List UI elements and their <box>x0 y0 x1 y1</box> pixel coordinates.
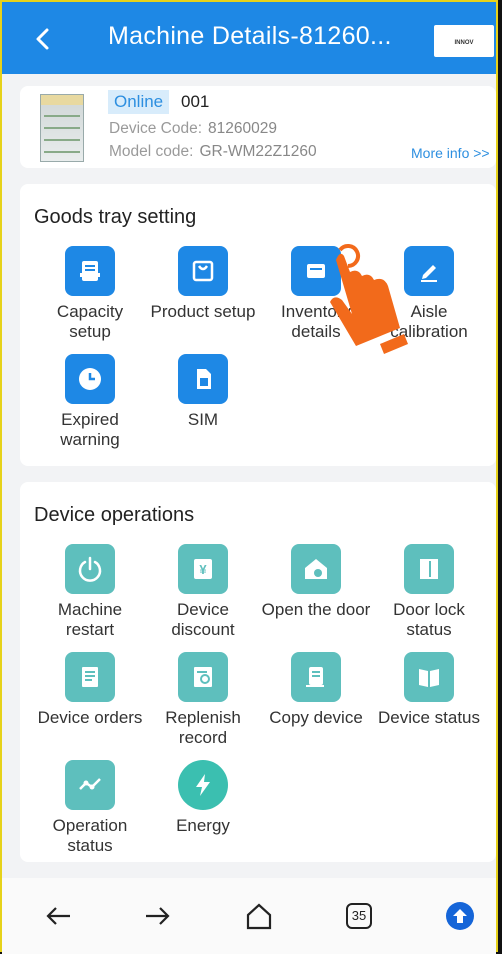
product-setup-label: Product setup <box>150 302 256 321</box>
clock-icon <box>65 354 115 404</box>
device-status-button[interactable]: Device status <box>373 652 485 728</box>
record-search-icon <box>178 652 228 702</box>
device-discount-label: Device discount <box>171 600 235 639</box>
brand-logo: INNOV <box>434 25 494 57</box>
upload-icon[interactable] <box>444 900 476 932</box>
machine-restart-label: Machine restart <box>57 600 123 639</box>
model-code-label: Model code: <box>109 143 194 160</box>
tab-count: 35 <box>351 908 367 923</box>
sim-button[interactable]: SIM <box>147 354 259 430</box>
bottom-navigation-bar: 35 <box>2 878 496 954</box>
energy-button[interactable]: Energy <box>147 760 259 836</box>
goods-tray-title: Goods tray setting <box>34 206 197 228</box>
pointer-hand-icon <box>300 236 410 371</box>
energy-label: Energy <box>176 816 230 835</box>
page-title: Machine Details-81260... <box>108 22 392 50</box>
lightning-icon <box>178 760 228 810</box>
copy-document-icon <box>291 652 341 702</box>
svg-text:¥: ¥ <box>199 562 207 577</box>
chevron-left-icon[interactable] <box>28 24 58 54</box>
machine-info-card: Online 001 Device Code: 81260029 Model co… <box>20 86 496 168</box>
capacity-setup-label: Capacity setup <box>56 302 124 341</box>
more-info-link[interactable]: More info >> <box>411 145 490 161</box>
expired-warning-label: Expired warning <box>60 410 120 449</box>
phone-frame: Machine Details-81260... INNOV Online 00… <box>0 0 498 954</box>
machine-name: 001 <box>181 92 210 111</box>
open-door-label: Open the door <box>261 600 371 619</box>
copy-device-label: Copy device <box>269 708 363 727</box>
operation-status-button[interactable]: Operation status <box>34 760 146 856</box>
product-setup-button[interactable]: Product setup <box>147 246 259 322</box>
device-code-row: Device Code: 81260029 <box>109 120 277 138</box>
home-icon[interactable] <box>243 900 275 932</box>
expired-warning-button[interactable]: Expired warning <box>34 354 146 450</box>
open-door-button[interactable]: Open the door <box>260 544 372 620</box>
door-lock-status-label: Door lock status <box>393 600 465 639</box>
machine-restart-button[interactable]: Machine restart <box>34 544 146 640</box>
capacity-setup-button[interactable]: Capacity setup <box>34 246 146 342</box>
vending-machine-image <box>40 94 84 162</box>
device-operations-title: Device operations <box>34 504 195 526</box>
svg-text:INNOV: INNOV <box>454 40 473 46</box>
device-status-label: Device status <box>377 708 481 727</box>
tray-icon <box>65 246 115 296</box>
model-code-value: GR-WM22Z1260 <box>199 143 317 160</box>
power-icon <box>65 544 115 594</box>
model-code-row: Model code: GR-WM22Z1260 <box>109 143 317 161</box>
goods-tray-card: Goods tray setting Capacity setup Produc… <box>20 184 496 466</box>
device-operations-card: Device operations Machine restart ¥ Devi… <box>20 482 496 862</box>
sim-card-icon <box>178 354 228 404</box>
book-icon <box>404 652 454 702</box>
back-arrow-icon[interactable] <box>42 900 74 932</box>
order-list-icon <box>65 652 115 702</box>
device-code-value: 81260029 <box>208 120 278 137</box>
door-lock-status-button[interactable]: Door lock status <box>373 544 485 640</box>
device-orders-button[interactable]: Device orders <box>34 652 146 728</box>
product-box-icon <box>178 246 228 296</box>
trend-line-icon <box>65 760 115 810</box>
pencil-icon <box>404 246 454 296</box>
status-badge: Online <box>108 90 170 114</box>
tabs-icon[interactable]: 35 <box>343 900 375 932</box>
replenish-record-button[interactable]: Replenish record <box>147 652 259 748</box>
operation-status-label: Operation status <box>52 816 128 855</box>
replenish-record-label: Replenish record <box>165 708 241 747</box>
sim-label: SIM <box>187 410 219 429</box>
yen-coupon-icon: ¥ <box>178 544 228 594</box>
device-code-label: Device Code: <box>109 120 203 137</box>
app-header: Machine Details-81260... INNOV <box>2 2 496 74</box>
device-discount-button[interactable]: ¥ Device discount <box>147 544 259 640</box>
copy-device-button[interactable]: Copy device <box>260 652 372 728</box>
forward-arrow-icon[interactable] <box>142 900 174 932</box>
door-icon <box>404 544 454 594</box>
house-key-icon <box>291 544 341 594</box>
device-orders-label: Device orders <box>37 708 143 727</box>
